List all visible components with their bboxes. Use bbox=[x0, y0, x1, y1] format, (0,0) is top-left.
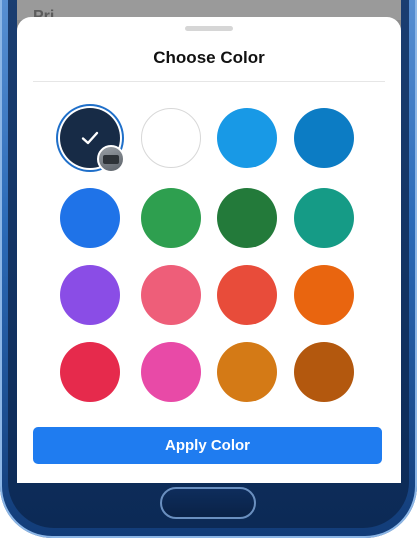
swatch-color-sky-blue[interactable] bbox=[217, 108, 277, 168]
screen: Pri Choose Color Apply Color bbox=[17, 0, 401, 483]
swatch-color-red-orange[interactable] bbox=[217, 265, 277, 325]
swatch-color-purple[interactable] bbox=[60, 265, 120, 325]
swatch-color-rose[interactable] bbox=[141, 265, 201, 325]
swatch-color-brown[interactable] bbox=[294, 342, 354, 402]
swatch-color-navy[interactable] bbox=[60, 108, 125, 173]
swatch-color-white[interactable] bbox=[141, 108, 201, 168]
swatch-color-orange[interactable] bbox=[294, 265, 354, 325]
sheet-title: Choose Color bbox=[153, 48, 265, 67]
divider bbox=[33, 81, 385, 82]
apply-color-button[interactable]: Apply Color bbox=[33, 427, 382, 464]
swatch-color-crimson[interactable] bbox=[60, 342, 120, 402]
sheet-grabber[interactable] bbox=[185, 26, 233, 31]
avatar-badge bbox=[97, 145, 125, 173]
swatch-color-ocean-blue[interactable] bbox=[294, 108, 354, 168]
home-button[interactable] bbox=[160, 487, 256, 519]
swatch-color-dark-green[interactable] bbox=[217, 188, 277, 248]
swatch-color-green[interactable] bbox=[141, 188, 201, 248]
swatch-color-teal[interactable] bbox=[294, 188, 354, 248]
color-picker-sheet: Choose Color Apply Color bbox=[17, 17, 401, 483]
swatch-color-amber[interactable] bbox=[217, 342, 277, 402]
swatch-color-blue[interactable] bbox=[60, 188, 120, 248]
swatch-color-pink[interactable] bbox=[141, 342, 201, 402]
